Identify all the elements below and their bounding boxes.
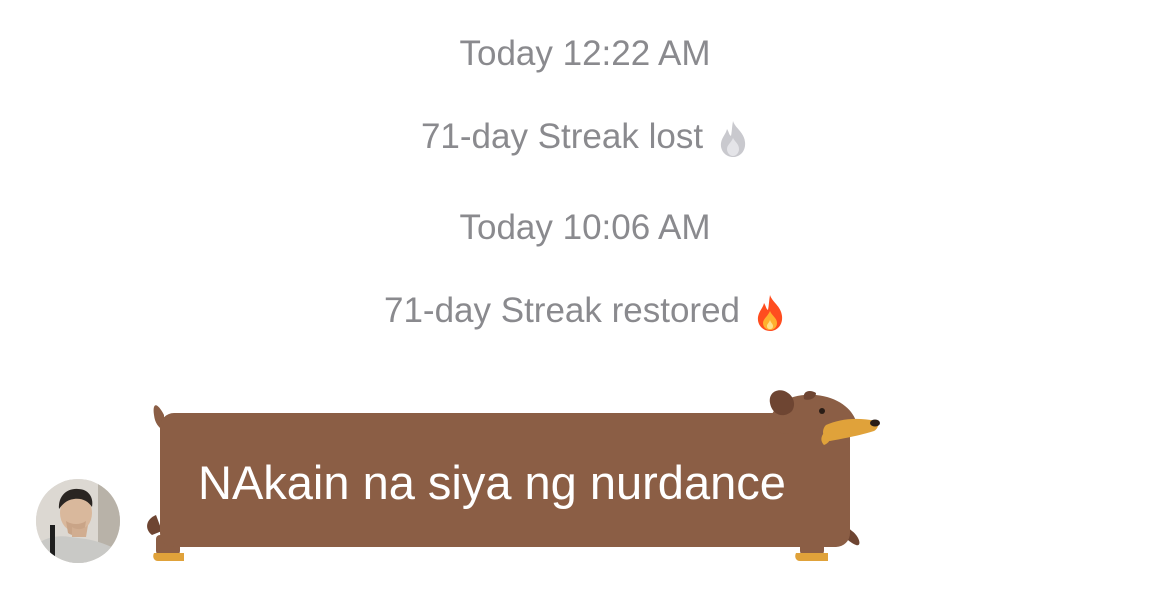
timestamp-text: Today 10:06 AM — [459, 208, 711, 247]
streak-lost-text: 71-day Streak lost — [420, 117, 704, 156]
streak-restored-text: 71-day Streak restored — [383, 291, 740, 330]
message-bubble[interactable]: NAkain na siya ng nurdance — [140, 385, 890, 565]
fire-icon — [754, 294, 786, 332]
grey-flame-icon — [717, 120, 749, 158]
timestamp-separator: Today 12:22 AM — [0, 34, 1170, 74]
timestamp-text: Today 12:22 AM — [459, 34, 711, 73]
message-text: NAkain na siya ng nurdance — [198, 456, 786, 509]
avatar[interactable] — [36, 479, 120, 563]
streak-restored-notice: 71-day Streak restored — [0, 291, 1170, 331]
timestamp-separator: Today 10:06 AM — [0, 208, 1170, 248]
streak-lost-notice: 71-day Streak lost — [0, 117, 1170, 157]
